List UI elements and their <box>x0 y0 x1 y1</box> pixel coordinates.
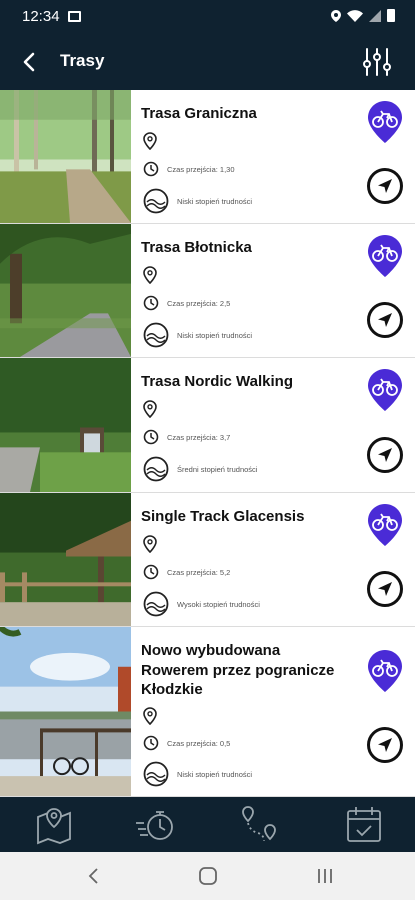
navigation-arrow-icon <box>378 179 392 193</box>
route-time: Czas przejścia: 3,7 <box>167 432 231 442</box>
route-time: Czas przejścia: 2,5 <box>167 298 231 308</box>
route-name: Trasa Graniczna <box>141 105 257 122</box>
difficulty-row: Niski stopień trudności <box>143 322 252 348</box>
status-time: 12:34 <box>22 8 60 25</box>
location-row <box>143 266 157 284</box>
map-pin-icon <box>143 266 157 284</box>
map-pin-icon <box>143 535 157 553</box>
bicycle-pin-icon <box>368 101 402 143</box>
navigation-arrow-icon <box>378 448 392 462</box>
system-navigation-bar <box>0 852 415 900</box>
map-pin-icon <box>143 400 157 418</box>
difficulty-row: Wysoki stopień trudności <box>143 591 260 617</box>
route-difficulty: Niski stopień trudności <box>177 196 253 206</box>
route-name: Trasa Błotnicka <box>141 239 252 256</box>
route-time: Czas przejścia: 1,30 <box>167 164 235 174</box>
status-icons <box>331 9 395 22</box>
navigate-button[interactable] <box>367 571 403 607</box>
route-name: Nowo wybudowana Rowerem przez pogranicze… <box>141 642 335 698</box>
location-status-icon <box>331 9 341 22</box>
clock-icon <box>143 429 159 445</box>
route-card[interactable]: Nowo wybudowana Rowerem przez pogranicze… <box>0 627 415 797</box>
difficulty-icon <box>143 188 169 214</box>
difficulty-row: Średni stopień trudności <box>143 456 257 482</box>
navigation-arrow-icon <box>378 313 392 327</box>
route-difficulty: Średni stopień trudności <box>177 464 258 474</box>
navigate-button[interactable] <box>367 437 403 473</box>
location-row <box>143 707 157 725</box>
stopwatch-icon[interactable] <box>134 803 178 847</box>
route-difficulty: Wysoki stopień trudności <box>177 599 260 609</box>
bicycle-pin-icon <box>368 650 402 692</box>
back-arrow-icon[interactable] <box>16 48 44 76</box>
navigation-arrow-icon <box>378 738 392 752</box>
route-icon[interactable] <box>238 803 282 847</box>
navigate-button[interactable] <box>367 302 403 338</box>
difficulty-icon <box>143 761 169 787</box>
time-row: Czas przejścia: 1,30 <box>143 161 235 177</box>
route-photo <box>0 358 131 492</box>
signal-icon <box>369 9 381 22</box>
location-row <box>143 535 157 553</box>
app-bar: Trasy <box>0 34 415 90</box>
route-time: Czas przejścia: 5,2 <box>167 567 231 577</box>
route-card[interactable]: Trasa Błotnicka Czas przejścia: 2,5 Nisk… <box>0 224 415 358</box>
difficulty-row: Niski stopień trudności <box>143 761 252 787</box>
route-details: Nowo wybudowana Rowerem przez pogranicze… <box>141 627 355 796</box>
route-card[interactable]: Trasa Nordic Walking Czas przejścia: 3,7… <box>0 358 415 493</box>
route-details: Trasa Błotnicka Czas przejścia: 2,5 Nisk… <box>141 224 355 357</box>
difficulty-icon <box>143 456 169 482</box>
bottom-navigation <box>0 797 415 852</box>
route-photo <box>0 90 131 223</box>
route-difficulty: Niski stopień trudności <box>177 330 253 340</box>
navigate-button[interactable] <box>367 168 403 204</box>
clock-icon <box>143 161 159 177</box>
navigation-arrow-icon <box>378 582 392 596</box>
page-title: Trasy <box>60 51 105 70</box>
bicycle-pin-icon <box>368 235 402 277</box>
route-card[interactable]: Single Track Glacensis Czas przejścia: 5… <box>0 493 415 627</box>
filter-sliders-icon[interactable] <box>361 46 393 78</box>
navigate-button[interactable] <box>367 727 403 763</box>
system-back-icon[interactable] <box>84 866 104 886</box>
route-time: Czas przejścia: 0,5 <box>167 738 231 748</box>
system-recents-icon[interactable] <box>315 866 335 886</box>
bicycle-pin-icon <box>368 504 402 546</box>
time-row: Czas przejścia: 5,2 <box>143 564 230 580</box>
route-card[interactable]: Trasa Graniczna Czas przejścia: 1,30 Nis… <box>0 90 415 224</box>
location-row <box>143 400 157 418</box>
status-bar: 12:34 <box>0 0 415 34</box>
route-difficulty: Niski stopień trudności <box>177 769 253 779</box>
route-name: Single Track Glacensis <box>141 508 305 525</box>
route-photo <box>0 627 131 796</box>
clock-icon <box>143 735 159 751</box>
clock-icon <box>143 564 159 580</box>
time-row: Czas przejścia: 3,7 <box>143 429 230 445</box>
route-details: Trasa Graniczna Czas przejścia: 1,30 Nis… <box>141 90 355 223</box>
location-row <box>143 132 157 150</box>
bicycle-pin-icon <box>368 369 402 411</box>
battery-icon <box>387 9 395 22</box>
difficulty-icon <box>143 322 169 348</box>
route-photo <box>0 493 131 626</box>
time-row: Czas przejścia: 2,5 <box>143 295 230 311</box>
map-pin-icon <box>143 132 157 150</box>
route-list: Trasa Graniczna Czas przejścia: 1,30 Nis… <box>0 90 415 797</box>
clock-icon <box>143 295 159 311</box>
wifi-icon <box>347 9 363 22</box>
calendar-check-icon[interactable] <box>342 803 386 847</box>
map-pin-icon <box>143 707 157 725</box>
map-pin-icon[interactable] <box>32 803 76 847</box>
time-row: Czas przejścia: 0,5 <box>143 735 230 751</box>
route-details: Trasa Nordic Walking Czas przejścia: 3,7… <box>141 358 355 492</box>
gallery-notification-icon <box>68 11 81 22</box>
route-photo <box>0 224 131 357</box>
route-name: Trasa Nordic Walking <box>141 373 293 390</box>
difficulty-row: Niski stopień trudności <box>143 188 252 214</box>
route-details: Single Track Glacensis Czas przejścia: 5… <box>141 493 355 626</box>
system-home-icon[interactable] <box>198 866 218 886</box>
difficulty-icon <box>143 591 169 617</box>
